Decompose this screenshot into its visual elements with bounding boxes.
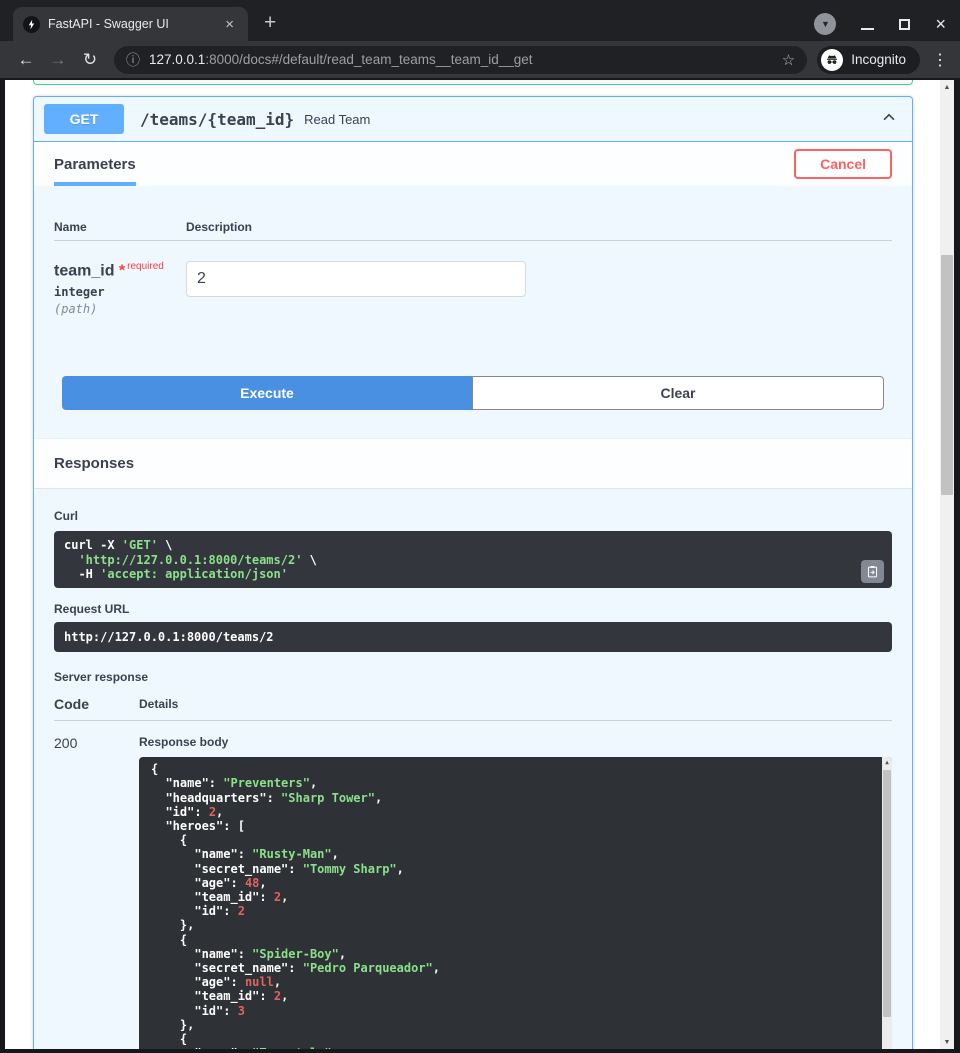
curl-command-block: curl -X 'GET' \ 'http://127.0.0.1:8000/t… bbox=[54, 531, 892, 588]
forward-icon[interactable]: → bbox=[44, 50, 72, 70]
responses-body: Curl curl -X 'GET' \ 'http://127.0.0.1:8… bbox=[34, 489, 912, 1049]
incognito-badge: Incognito bbox=[817, 46, 920, 74]
new-tab-button[interactable]: + bbox=[264, 12, 276, 33]
parameter-name: team_id *required bbox=[54, 261, 186, 280]
page-scrollbar[interactable]: ▲ ▼ bbox=[940, 80, 954, 1049]
parameter-type: integer bbox=[54, 285, 186, 299]
scroll-down-icon[interactable]: ▼ bbox=[940, 1035, 954, 1049]
response-body-json: { "name": "Preventers", "headquarters": … bbox=[151, 762, 868, 1049]
tab-search-icon[interactable]: ▼ bbox=[814, 13, 836, 35]
tab-strip: FastAPI - Swagger UI × + ▼ × bbox=[0, 0, 960, 41]
method-badge: GET bbox=[44, 104, 124, 134]
required-star: * bbox=[119, 262, 125, 279]
fastapi-favicon-icon bbox=[23, 16, 40, 33]
bookmark-star-icon[interactable]: ☆ bbox=[782, 51, 795, 69]
page-scrollbar-thumb[interactable] bbox=[941, 255, 953, 495]
required-label: required bbox=[127, 261, 164, 272]
column-code-label: Code bbox=[54, 696, 139, 712]
clear-button[interactable]: Clear bbox=[472, 376, 884, 410]
window-close-button[interactable]: × bbox=[935, 19, 946, 30]
page-info-icon[interactable]: ⓘ bbox=[126, 50, 140, 70]
server-response-row: 200 Response body { "name": "Preventers"… bbox=[54, 721, 892, 1049]
browser-tab[interactable]: FastAPI - Swagger UI × bbox=[13, 7, 248, 41]
chevron-up-icon[interactable] bbox=[880, 108, 898, 131]
window-controls: ▼ × bbox=[814, 13, 946, 35]
endpoint-summary: Read Team bbox=[304, 112, 370, 127]
curl-command-text: curl -X 'GET' \ 'http://127.0.0.1:8000/t… bbox=[64, 538, 852, 581]
maximize-button[interactable] bbox=[899, 19, 910, 30]
parameters-header-row: Parameters Cancel bbox=[34, 142, 912, 186]
browser-toolbar: ← → ↻ ⓘ 127.0.0.1:8000/docs#/default/rea… bbox=[0, 41, 960, 78]
request-url-label: Request URL bbox=[54, 602, 892, 616]
response-scrollbar[interactable]: ▲ bbox=[882, 757, 892, 1049]
opblock-summary[interactable]: GET /teams/{team_id} Read Team bbox=[34, 97, 912, 142]
parameter-row: team_id *required integer (path) bbox=[54, 241, 892, 316]
tab-title: FastAPI - Swagger UI bbox=[48, 17, 213, 31]
url-bar[interactable]: ⓘ 127.0.0.1:8000/docs#/default/read_team… bbox=[114, 46, 807, 74]
incognito-label: Incognito bbox=[851, 52, 906, 67]
parameters-table-head: Name Description bbox=[54, 220, 892, 241]
reload-icon[interactable]: ↻ bbox=[76, 50, 104, 70]
tab-close-icon[interactable]: × bbox=[221, 15, 238, 34]
response-scrollbar-thumb[interactable] bbox=[883, 770, 891, 1017]
status-code: 200 bbox=[54, 735, 139, 1049]
team-id-input[interactable] bbox=[186, 261, 526, 297]
column-description-label: Description bbox=[186, 220, 892, 234]
response-details-cell: Response body { "name": "Preventers", "h… bbox=[139, 735, 892, 1049]
back-icon[interactable]: ← bbox=[12, 50, 40, 70]
execute-button[interactable]: Execute bbox=[62, 376, 472, 410]
url-host: 127.0.0.1 bbox=[149, 52, 205, 67]
page-frame: GET /teams/{team_id} Read Team Parameter… bbox=[0, 78, 960, 1053]
responses-section-title: Responses bbox=[34, 438, 912, 489]
swagger-page: GET /teams/{team_id} Read Team Parameter… bbox=[5, 80, 940, 1049]
server-response-label: Server response bbox=[54, 670, 892, 684]
response-body-block: { "name": "Preventers", "headquarters": … bbox=[139, 757, 892, 1049]
column-details-label: Details bbox=[139, 697, 892, 712]
get-opblock: GET /teams/{team_id} Read Team Parameter… bbox=[33, 96, 913, 1049]
parameter-description-cell bbox=[186, 261, 892, 316]
column-name-label: Name bbox=[54, 220, 186, 234]
server-response-table-head: Code Details bbox=[54, 696, 892, 712]
previous-opblock-edge bbox=[33, 80, 913, 85]
menu-kebab-icon[interactable]: ⋮ bbox=[932, 50, 948, 70]
scroll-up-icon[interactable]: ▲ bbox=[882, 757, 892, 769]
parameter-name-cell: team_id *required integer (path) bbox=[54, 261, 186, 316]
tab-parameters[interactable]: Parameters bbox=[54, 156, 136, 186]
url-path: :8000/docs#/default/read_team_teams__tea… bbox=[205, 52, 532, 67]
incognito-icon bbox=[821, 49, 843, 71]
url-text[interactable]: 127.0.0.1:8000/docs#/default/read_team_t… bbox=[149, 52, 773, 67]
copy-to-clipboard-icon[interactable] bbox=[861, 560, 884, 583]
cancel-button[interactable]: Cancel bbox=[794, 149, 892, 179]
request-url-block: http://127.0.0.1:8000/teams/2 bbox=[54, 622, 892, 652]
parameters-table: Name Description team_id *required integ… bbox=[34, 186, 912, 438]
parameter-location: (path) bbox=[54, 302, 186, 316]
minimize-button[interactable] bbox=[861, 28, 874, 30]
execute-button-group: Execute Clear bbox=[62, 376, 884, 410]
curl-label: Curl bbox=[54, 509, 892, 523]
endpoint-path: /teams/{team_id} bbox=[140, 110, 294, 129]
browser-window: FastAPI - Swagger UI × + ▼ × ← → ↻ ⓘ 127… bbox=[0, 0, 960, 1053]
scroll-up-icon[interactable]: ▲ bbox=[940, 80, 954, 94]
response-body-label: Response body bbox=[139, 735, 892, 749]
